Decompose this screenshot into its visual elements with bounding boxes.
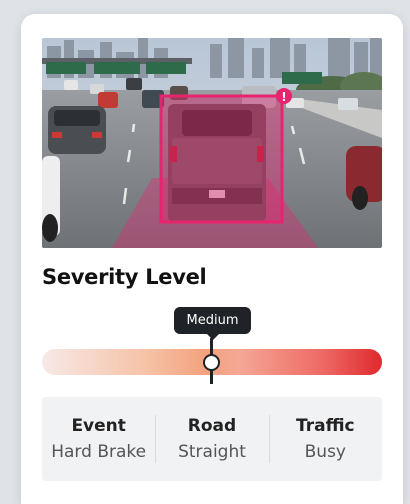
alert-badge-icon: !	[281, 90, 286, 104]
stat-label: Event	[71, 416, 126, 436]
stat-label: Traffic	[296, 416, 355, 436]
event-stats: Event Hard Brake Road Straight Traffic B…	[42, 397, 382, 481]
stat-road: Road Straight	[155, 397, 268, 481]
stat-event: Event Hard Brake	[42, 397, 155, 481]
severity-heading: Severity Level	[42, 265, 207, 289]
stat-value: Busy	[304, 442, 346, 462]
stat-value: Hard Brake	[51, 442, 147, 462]
stat-label: Road	[187, 416, 237, 436]
stat-traffic: Traffic Busy	[268, 397, 382, 481]
dashcam-image: !	[42, 38, 382, 248]
severity-marker-knob	[203, 354, 220, 371]
severity-tooltip: Medium	[174, 307, 251, 340]
severity-value: Medium	[186, 313, 239, 328]
stat-value: Straight	[178, 442, 246, 462]
